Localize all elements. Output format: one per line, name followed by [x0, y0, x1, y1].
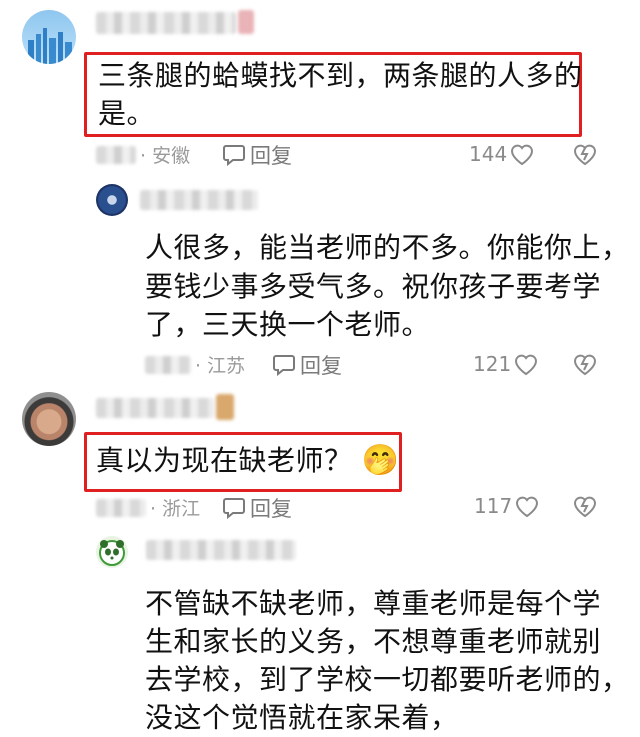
like-button-1[interactable]: 144: [469, 142, 535, 166]
reply-button-3[interactable]: 回复: [222, 493, 292, 523]
location-1: · 安徽: [140, 145, 191, 167]
like-button-3[interactable]: 117: [474, 494, 540, 518]
reply-bubble-icon: [223, 145, 245, 166]
user-badge-1: [238, 10, 254, 34]
heart-outline-icon: [511, 144, 534, 166]
city-skyline-icon: [28, 28, 72, 64]
username-blurred-3[interactable]: [96, 398, 214, 418]
heart-outline-icon: [515, 354, 538, 376]
broken-heart-icon: [573, 496, 597, 518]
username-blurred-2[interactable]: [140, 190, 258, 210]
broken-heart-icon: [573, 354, 597, 376]
shushing-face-emoji: 🤭: [361, 443, 400, 478]
comment-2-text-line-3: 了，三天换一个老师。: [145, 308, 431, 341]
timestamp-blurred-1: [96, 145, 136, 164]
comment-1-text-line-2: 是。: [98, 97, 156, 130]
comment-4-text-line-3: 去学校，到了学校一切都要听老师的，: [145, 663, 630, 696]
comment-2-text-line-1: 人很多，能当老师的不多。你能你上，: [145, 231, 630, 264]
comment-3-text: 真以为现在缺老师？ 🤭: [96, 442, 400, 480]
comment-1-text-line-1: 三条腿的蛤蟆找不到，两条腿的人多的: [98, 59, 583, 92]
timestamp-blurred-3: [96, 498, 146, 517]
comment-2-meta: · 江苏: [145, 351, 245, 378]
comment-2-text-line-2: 要钱少事多受气多。祝你孩子要考学: [145, 270, 602, 303]
reply-label-1: 回复: [250, 144, 292, 168]
reply-label-2: 回复: [300, 354, 342, 378]
dislike-button-1[interactable]: [572, 142, 598, 170]
heart-outline-icon: [516, 496, 539, 518]
reply-label-3: 回复: [250, 497, 292, 521]
reply-button-2[interactable]: 回复: [272, 350, 342, 380]
comment-4-text-line-4: 没这个觉悟就在家呆着，: [145, 701, 459, 734]
avatar-user-1[interactable]: [22, 10, 76, 64]
comment-1-meta: · 安徽: [96, 141, 190, 168]
username-blurred-1[interactable]: [96, 12, 236, 34]
location-2: · 江苏: [195, 355, 246, 377]
like-count-2: 121: [473, 352, 512, 376]
comment-4-text-line-1: 不管缺不缺老师，尊重老师是每个学: [145, 587, 602, 620]
reply-bubble-icon: [223, 498, 245, 519]
avatar-user-3[interactable]: [22, 392, 76, 446]
comment-3-text-body: 真以为现在缺老师？: [96, 444, 353, 477]
like-count-3: 117: [474, 494, 513, 518]
location-3: · 浙江: [150, 498, 201, 520]
comment-3-meta: · 浙江: [96, 494, 200, 521]
comment-4-text-line-2: 生和家长的义务，不想尊重老师就别: [145, 625, 602, 658]
broken-heart-icon: [573, 144, 597, 166]
dislike-button-2[interactable]: [572, 352, 598, 380]
like-count-1: 144: [469, 142, 508, 166]
dislike-button-3[interactable]: [572, 494, 598, 522]
user-badge-3: [216, 394, 234, 420]
reply-bubble-icon: [273, 355, 295, 376]
timestamp-blurred-2: [145, 355, 191, 374]
avatar-user-4[interactable]: [96, 536, 128, 568]
avatar-user-2[interactable]: [96, 184, 128, 216]
reply-button-1[interactable]: 回复: [222, 140, 292, 170]
like-button-2[interactable]: 121: [473, 352, 539, 376]
panda-icon: [99, 540, 125, 566]
username-blurred-4[interactable]: [146, 540, 296, 560]
